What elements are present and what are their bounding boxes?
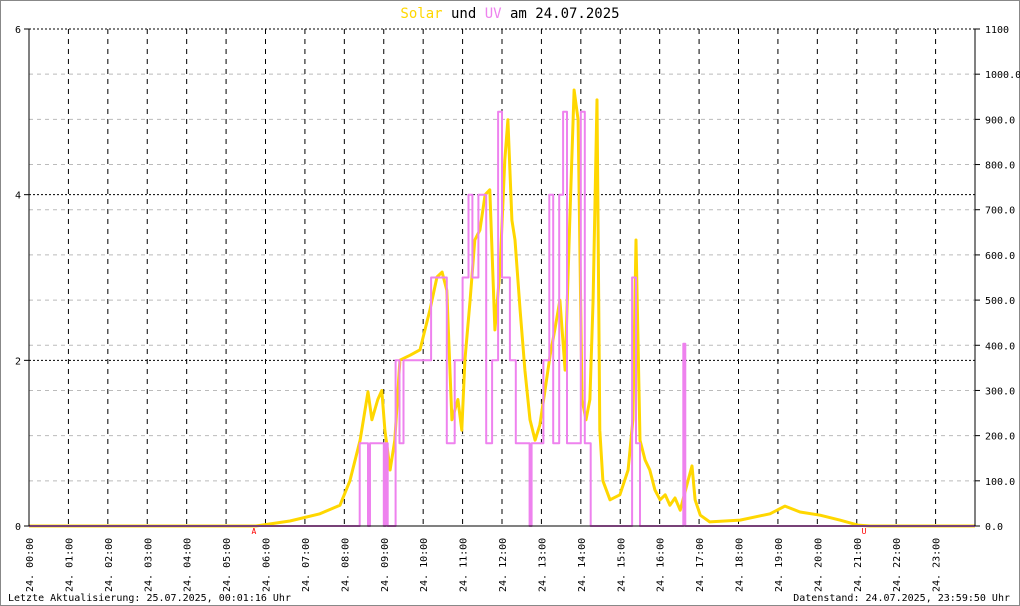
x-tick-label: 24. 03:00 — [143, 538, 154, 592]
last-update-text: Letzte Aktualisierung: 25.07.2025, 00:01… — [8, 593, 291, 604]
x-tick-label: 24. 09:00 — [380, 538, 391, 592]
x-tick-label: 24. 23:00 — [932, 538, 943, 592]
x-tick-label: 24. 02:00 — [104, 538, 115, 592]
x-tick-label: 24. 04:00 — [183, 538, 194, 592]
right-tick-label: 500.0 — [985, 296, 1015, 307]
x-tick-label: 24. 19:00 — [774, 538, 785, 592]
solar-uv-chart: Solar und UV am 24.07.2025 0 2 4 6 0.0 100.0 2… — [0, 0, 1020, 606]
right-tick-label: 1100 — [985, 25, 1009, 36]
right-tick-label: 700.0 — [985, 206, 1015, 217]
right-tick-label: 1000.0 — [985, 70, 1020, 81]
left-tick-label: 0 — [15, 522, 21, 533]
x-tick-label: 24. 07:00 — [301, 538, 312, 592]
right-tick-label: 800.0 — [985, 161, 1015, 172]
x-tick-label: 24. 11:00 — [459, 538, 470, 592]
x-tick-label: 24. 00:00 — [25, 538, 36, 592]
chart-title: Solar und UV am 24.07.2025 — [400, 6, 619, 22]
right-tick-label: 100.0 — [985, 477, 1015, 488]
title-date: am 24.07.2025 — [502, 6, 620, 22]
x-tick-label: 24. 20:00 — [813, 538, 824, 592]
title-solar: Solar — [400, 6, 442, 22]
x-tick-label: 24. 10:00 — [419, 538, 430, 592]
sunrise-marker: A — [251, 527, 256, 536]
title-uv: UV — [485, 6, 502, 22]
x-tick-label: 24. 22:00 — [892, 538, 903, 592]
x-tick-label: 24. 01:00 — [64, 538, 75, 592]
x-tick-label: 24. 15:00 — [616, 538, 627, 592]
x-tick-label: 24. 08:00 — [340, 538, 351, 592]
title-und: und — [443, 6, 485, 22]
x-tick-label: 24. 05:00 — [222, 538, 233, 592]
x-tick-label: 24. 13:00 — [537, 538, 548, 592]
right-tick-label: 0.0 — [985, 522, 1003, 533]
x-tick-label: 24. 17:00 — [695, 538, 706, 592]
right-tick-label: 200.0 — [985, 432, 1015, 443]
right-tick-label: 600.0 — [985, 251, 1015, 262]
data-status-text: Datenstand: 24.07.2025, 23:59:50 Uhr — [793, 593, 1010, 604]
left-tick-label: 4 — [15, 191, 21, 202]
sunset-marker: U — [862, 527, 867, 536]
x-tick-label: 24. 06:00 — [262, 538, 273, 592]
right-tick-label: 300.0 — [985, 386, 1015, 397]
x-tick-label: 24. 14:00 — [577, 538, 588, 592]
x-tick-label: 24. 18:00 — [735, 538, 746, 592]
left-tick-label: 2 — [15, 356, 21, 367]
right-tick-label: 400.0 — [985, 341, 1015, 352]
x-tick-label: 24. 12:00 — [498, 538, 509, 592]
left-tick-label: 6 — [15, 25, 21, 36]
x-tick-label: 24. 21:00 — [853, 538, 864, 592]
right-tick-label: 900.0 — [985, 115, 1015, 126]
x-tick-label: 24. 16:00 — [656, 538, 667, 592]
chart-container: Solar und UV am 24.07.2025 0 2 4 6 0.0 100.0 2… — [0, 0, 1020, 606]
